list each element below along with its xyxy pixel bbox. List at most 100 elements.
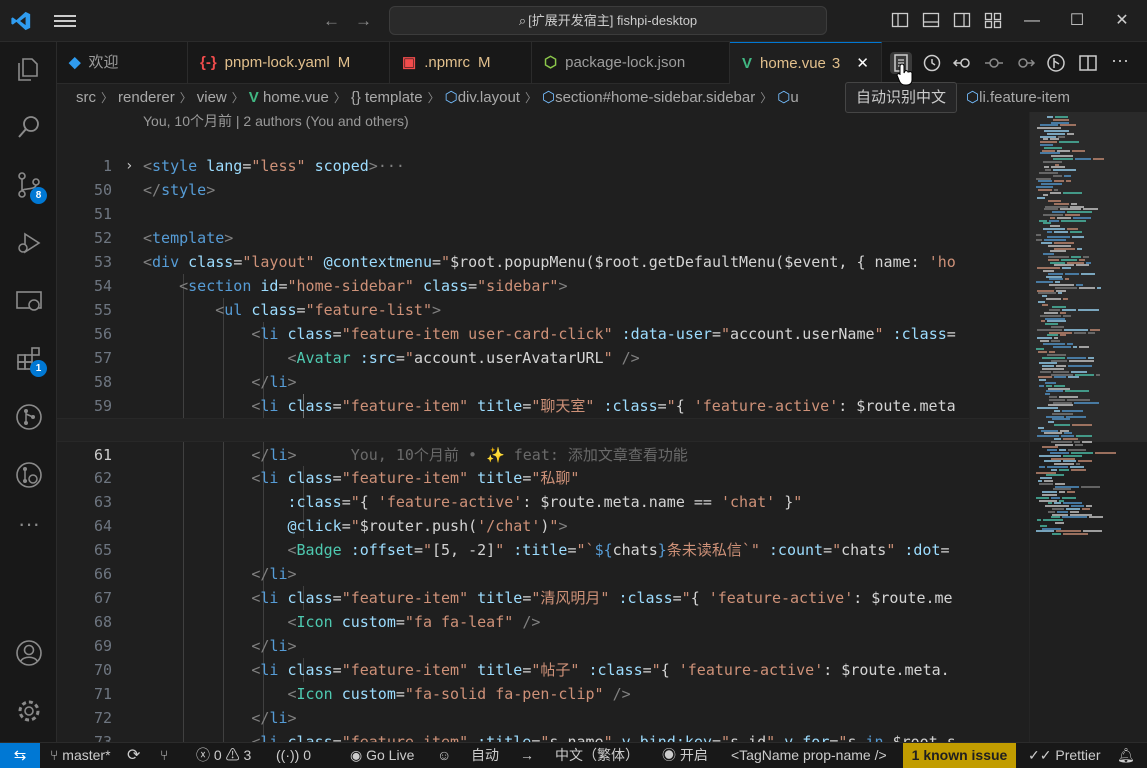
accounts-icon[interactable] <box>14 638 44 668</box>
open-label: 开启 <box>679 747 708 763</box>
code-line: 73 <li class="feature-item" :title="s.na… <box>57 706 1029 742</box>
minimap-stroke <box>1049 278 1063 281</box>
compare-changes-icon[interactable] <box>983 52 1005 74</box>
minimap-stroke <box>1048 421 1054 424</box>
minimap-stroke <box>1046 384 1052 387</box>
problems-status[interactable]: ⓧ 0 ⚠ 3 <box>196 743 251 768</box>
minimap-stroke <box>1042 527 1061 530</box>
minimap-stroke <box>1042 446 1058 449</box>
tab-pnpm-lock[interactable]: {-} pnpm-lock.yaml M <box>188 42 390 84</box>
minimap-stroke <box>1049 331 1072 334</box>
git-graph-status-icon[interactable]: ⑂ <box>160 743 168 768</box>
minimap-stroke <box>1054 463 1074 466</box>
git-lens-icon[interactable] <box>14 460 44 490</box>
split-editor-icon[interactable] <box>1077 52 1099 74</box>
nav-back-icon[interactable]: ← <box>323 11 340 31</box>
minimap-stroke <box>1043 214 1063 216</box>
sync-icon[interactable]: ⟳ <box>127 743 140 768</box>
minimap[interactable] <box>1029 112 1147 742</box>
minimap-stroke <box>1062 496 1076 499</box>
go-live-button[interactable]: ◉ Go Live <box>350 743 414 768</box>
minimap-stroke <box>1049 351 1055 354</box>
more-icon[interactable]: ··· <box>14 513 44 544</box>
minimap-stroke <box>1059 396 1078 398</box>
maximize-button[interactable]: ☐ <box>1065 9 1089 33</box>
command-center-search[interactable]: ⌕ [扩展开发宿主] fishpi-desktop <box>389 6 827 35</box>
minimap-stroke <box>1048 258 1059 261</box>
close-window-button[interactable]: ✕ <box>1110 9 1134 33</box>
settings-gear-icon[interactable] <box>14 696 44 726</box>
known-issue-badge[interactable]: 1 known issue <box>903 743 1016 768</box>
breadcrumb-item[interactable]: renderer <box>118 89 175 106</box>
breadcrumb-item[interactable]: template <box>365 89 423 106</box>
minimap-stroke <box>1063 454 1082 457</box>
code-line: 62 <li class="feature-item" title="私聊" <box>57 442 1029 487</box>
toggle-panel-icon[interactable] <box>922 11 940 29</box>
ports-status[interactable]: ((·)) 0 <box>276 743 311 768</box>
toggle-secondary-sidebar-icon[interactable] <box>953 11 971 29</box>
previous-change-icon[interactable] <box>952 52 974 74</box>
minimap-stroke <box>1038 292 1056 295</box>
minimap-stroke <box>1071 256 1081 258</box>
breadcrumb-item[interactable]: src <box>76 89 96 106</box>
minimap-stroke <box>1083 530 1102 533</box>
code-editor[interactable]: You, 10个月前 | 2 authors (You and others) … <box>57 112 1029 742</box>
tab-welcome[interactable]: ◆ 欢迎 <box>57 42 188 84</box>
tab-home-vue[interactable]: Vhome.vue 3 ✕ <box>730 42 882 84</box>
minimize-button[interactable]: — <box>1020 9 1044 33</box>
minimap-stroke <box>1050 191 1061 194</box>
codelens-authors[interactable]: You, 10个月前 | 2 authors (You and others) <box>143 112 409 130</box>
remote-explorer-icon[interactable] <box>14 286 44 316</box>
language-status[interactable]: 中文（繁体） <box>555 743 639 768</box>
customize-layout-icon[interactable] <box>984 11 1002 29</box>
nav-forward-icon[interactable]: → <box>355 11 372 31</box>
minimap-stroke <box>1042 295 1047 298</box>
tab-npmrc[interactable]: ▣ .npmrc M <box>390 42 532 84</box>
menu-icon[interactable] <box>54 12 76 30</box>
notifications-bell-icon[interactable]: 🔔︎ <box>1117 743 1135 768</box>
open-status[interactable]: ◉ 开启 <box>662 743 708 768</box>
prettier-status[interactable]: ✓✓ Prettier <box>1028 743 1100 768</box>
search-icon[interactable] <box>14 112 44 142</box>
minimap-stroke <box>1070 510 1079 513</box>
branch-status[interactable]: ⑂ master* <box>50 743 111 768</box>
minimap-stroke <box>1049 309 1060 312</box>
breadcrumb-item[interactable]: section#home-sidebar.sidebar <box>555 89 755 106</box>
minimap-stroke <box>1072 149 1085 152</box>
breadcrumb-item[interactable]: li.feature-item <box>979 89 1070 106</box>
remote-indicator[interactable]: ⇆ <box>0 743 40 768</box>
breadcrumb-item[interactable]: u <box>790 89 798 106</box>
git-graph-icon[interactable] <box>14 402 44 432</box>
copilot-icon[interactable]: ☺ <box>437 743 451 768</box>
vscode-logo-icon <box>11 11 31 31</box>
minimap-stroke <box>1066 415 1086 418</box>
minimap-stroke <box>1036 239 1042 242</box>
vue-icon: V <box>248 89 263 106</box>
minimap-stroke <box>1043 160 1062 163</box>
breadcrumb-item[interactable]: div.layout <box>458 89 520 106</box>
close-tab-icon[interactable]: ✕ <box>856 55 869 72</box>
tab-label: home.vue <box>760 55 826 72</box>
auto-status[interactable]: 自动 <box>471 743 499 768</box>
code-line: 64 @click="$router.push('/chat')"> <box>57 490 1029 535</box>
tagname-status[interactable]: <TagName prop-name /> <box>731 743 887 768</box>
explorer-icon[interactable] <box>14 54 44 84</box>
minimap-stroke <box>1086 505 1092 508</box>
chevron-right-icon: 〉 <box>231 91 244 105</box>
git-lens-commit-icon[interactable] <box>1045 52 1067 74</box>
breadcrumb-item[interactable]: view <box>197 89 227 106</box>
more-actions-icon[interactable]: ··· <box>1109 51 1131 74</box>
minimap-stroke <box>1063 533 1088 536</box>
timeline-history-icon[interactable] <box>921 52 943 74</box>
vue-icon: V <box>742 55 753 72</box>
tab-package-lock[interactable]: ⬡ package-lock.json <box>532 42 730 84</box>
next-change-icon[interactable] <box>1014 52 1036 74</box>
minimap-stroke <box>1063 460 1076 463</box>
run-debug-icon[interactable] <box>14 228 44 258</box>
minimap-stroke <box>1047 230 1052 233</box>
toggle-sidebar-icon[interactable] <box>891 11 909 29</box>
code-line: 1 › <style lang="less" scoped>··· <box>57 130 1029 175</box>
minimap-stroke <box>1043 222 1051 225</box>
breadcrumb-item[interactable]: home.vue <box>263 89 329 106</box>
minimap-stroke <box>1045 382 1056 384</box>
